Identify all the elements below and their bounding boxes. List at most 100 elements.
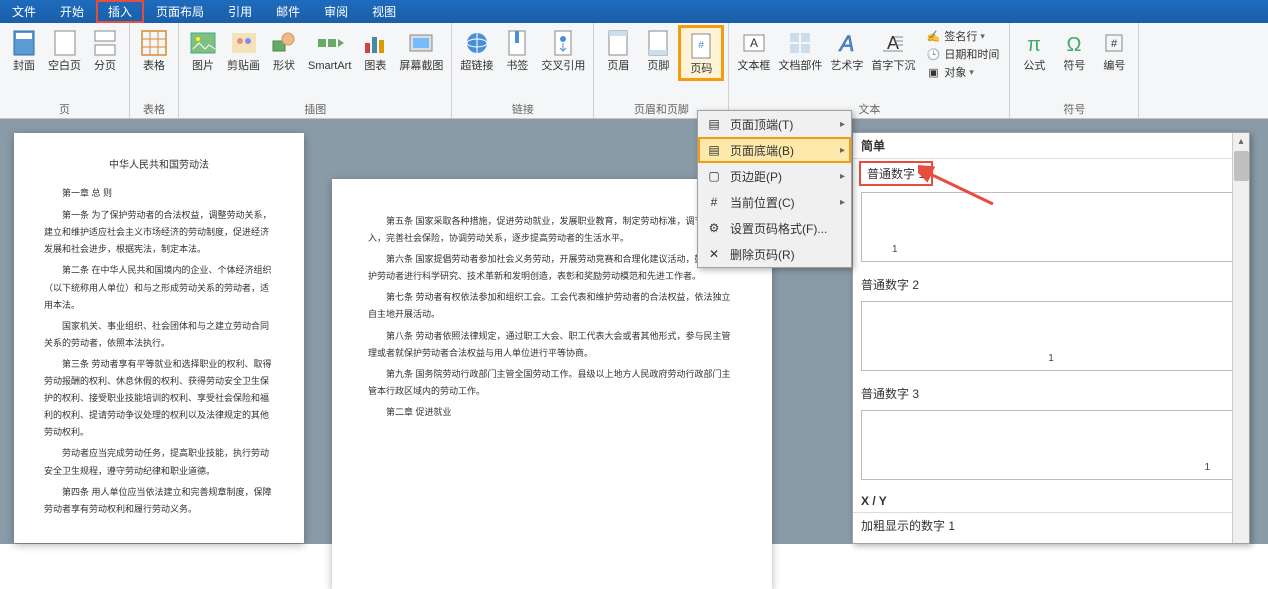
dropcap-button[interactable]: A 首字下沉	[867, 25, 919, 75]
gallery-item-plain3[interactable]: 1	[861, 410, 1241, 480]
menu-view[interactable]: 视图	[360, 0, 408, 23]
table-icon	[138, 27, 170, 59]
dropdown-page-bottom[interactable]: ▤ 页面底端(B) ▸	[698, 137, 851, 163]
table-button[interactable]: 表格	[134, 25, 174, 75]
quickparts-button[interactable]: 文档部件	[774, 25, 826, 75]
ribbon-group-label: 页	[4, 100, 125, 118]
gallery-preview: 1	[861, 301, 1241, 371]
doc-title: 中华人民共和国劳动法	[44, 157, 274, 175]
smartart-icon	[314, 27, 346, 59]
number-icon: #	[1098, 27, 1130, 59]
scroll-thumb[interactable]	[1234, 151, 1249, 181]
gallery-header-xy: X / Y	[853, 490, 1249, 513]
bookmark-button[interactable]: 书签	[497, 25, 537, 75]
menu-mail[interactable]: 邮件	[264, 0, 312, 23]
format-icon: ⚙	[704, 219, 724, 237]
picture-button[interactable]: 图片	[183, 25, 223, 75]
ribbon-group-tables: 表格 表格	[130, 23, 179, 118]
crossref-icon	[547, 27, 579, 59]
screenshot-button[interactable]: 屏幕截图	[395, 25, 447, 75]
menubar: 文件 开始 插入 页面布局 引用 邮件 审阅 视图	[0, 0, 1268, 23]
svg-text:A: A	[838, 31, 855, 55]
gallery-preview: 1	[861, 410, 1241, 480]
menu-layout[interactable]: 页面布局	[144, 0, 216, 23]
page-break-icon	[89, 27, 121, 59]
document-page-1[interactable]: 中华人民共和国劳动法 第一章 总 则 第一条 为了保护劳动者的合法权益，调整劳动…	[14, 133, 304, 543]
svg-text:A: A	[887, 33, 899, 53]
menu-references[interactable]: 引用	[216, 0, 264, 23]
equation-button[interactable]: π 公式	[1014, 25, 1054, 75]
gallery-scrollbar[interactable]: ▴	[1232, 133, 1249, 543]
signature-icon: ✍	[925, 28, 941, 44]
dropdown-format-page-numbers[interactable]: ⚙ 设置页码格式(F)...	[698, 215, 851, 241]
shapes-button[interactable]: 形状	[264, 25, 304, 75]
ribbon-group-illustrations: 图片 剪贴画 形状 SmartArt 图表 屏幕截图 插图	[179, 23, 452, 118]
dropdown-remove-page-numbers[interactable]: ✕ 删除页码(R)	[698, 241, 851, 267]
cover-page-button[interactable]: 封面	[4, 25, 44, 75]
footer-button[interactable]: 页脚	[638, 25, 678, 75]
svg-text:A: A	[750, 36, 758, 50]
footer-icon	[642, 27, 674, 59]
object-icon: ▣	[925, 64, 941, 80]
blank-page-icon	[49, 27, 81, 59]
menu-file[interactable]: 文件	[0, 0, 48, 23]
datetime-button[interactable]: 🕒 日期和时间	[922, 45, 1002, 63]
wordart-icon: A	[831, 27, 863, 59]
page-break-button[interactable]: 分页	[85, 25, 125, 75]
bookmark-icon	[501, 27, 533, 59]
crossref-button[interactable]: 交叉引用	[537, 25, 589, 75]
chevron-right-icon: ▸	[840, 171, 845, 182]
gallery-header-simple: 简单	[853, 133, 1249, 159]
chevron-down-icon: ▾	[980, 31, 985, 42]
header-icon	[602, 27, 634, 59]
datetime-icon: 🕒	[925, 46, 941, 62]
dropcap-icon: A	[877, 27, 909, 59]
textbox-icon: A	[738, 27, 770, 59]
shapes-icon	[268, 27, 300, 59]
chart-icon	[359, 27, 391, 59]
quickparts-icon	[784, 27, 816, 59]
svg-text:#: #	[1111, 38, 1118, 50]
page-number-gallery: 简单 普通数字 1 1 普通数字 2 1 普通数字 3 1 X / Y 加粗显示…	[852, 132, 1250, 544]
wordart-button[interactable]: A 艺术字	[826, 25, 867, 75]
gallery-item-plain2[interactable]: 1	[861, 301, 1241, 371]
hyperlink-button[interactable]: 超链接	[456, 25, 497, 75]
ribbon-group-links: 超链接 书签 交叉引用 链接	[452, 23, 594, 118]
header-button[interactable]: 页眉	[598, 25, 638, 75]
blank-page-button[interactable]: 空白页	[44, 25, 85, 75]
doc-subtitle: 第一章 总 则	[44, 185, 274, 201]
svg-text:#: #	[699, 40, 705, 51]
gallery-label-plain2: 普通数字 2	[853, 272, 1249, 297]
page-number-dropdown: ▤ 页面顶端(T) ▸ ▤ 页面底端(B) ▸ ▢ 页边距(P) ▸ # 当前位…	[697, 110, 852, 268]
smartart-button[interactable]: SmartArt	[304, 25, 355, 75]
menu-home[interactable]: 开始	[48, 0, 96, 23]
annotation-arrow	[918, 164, 998, 214]
signature-button[interactable]: ✍ 签名行 ▾	[922, 27, 1002, 45]
chart-button[interactable]: 图表	[355, 25, 395, 75]
number-button[interactable]: # 编号	[1094, 25, 1134, 75]
page-top-icon: ▤	[704, 115, 724, 133]
picture-icon	[187, 27, 219, 59]
gallery-label-bold1: 加粗显示的数字 1	[853, 513, 1249, 538]
dropdown-current-position[interactable]: # 当前位置(C) ▸	[698, 189, 851, 215]
chevron-down-icon: ▾	[969, 67, 974, 78]
dropdown-page-top[interactable]: ▤ 页面顶端(T) ▸	[698, 111, 851, 137]
page-number-button[interactable]: # 页码	[678, 25, 724, 81]
clipart-icon	[228, 27, 260, 59]
scroll-up-icon[interactable]: ▴	[1233, 133, 1249, 150]
ribbon: 封面 空白页 分页 页 表格 表格 图片	[0, 23, 1268, 119]
menu-review[interactable]: 审阅	[312, 0, 360, 23]
remove-icon: ✕	[704, 245, 724, 263]
object-button[interactable]: ▣ 对象 ▾	[922, 63, 1002, 81]
dropdown-page-margin[interactable]: ▢ 页边距(P) ▸	[698, 163, 851, 189]
ribbon-group-header-footer: 页眉 页脚 # 页码 页眉和页脚	[594, 23, 729, 118]
chevron-right-icon: ▸	[840, 119, 845, 130]
textbox-button[interactable]: A 文本框	[733, 25, 774, 75]
menu-insert[interactable]: 插入	[96, 0, 144, 23]
screenshot-icon	[405, 27, 437, 59]
symbol-button[interactable]: Ω 符号	[1054, 25, 1094, 75]
ribbon-group-text: A 文本框 文档部件 A 艺术字 A 首字下沉 ✍ 签名行 ▾	[729, 23, 1010, 118]
equation-icon: π	[1018, 27, 1050, 59]
chevron-right-icon: ▸	[840, 197, 845, 208]
clipart-button[interactable]: 剪贴画	[223, 25, 264, 75]
